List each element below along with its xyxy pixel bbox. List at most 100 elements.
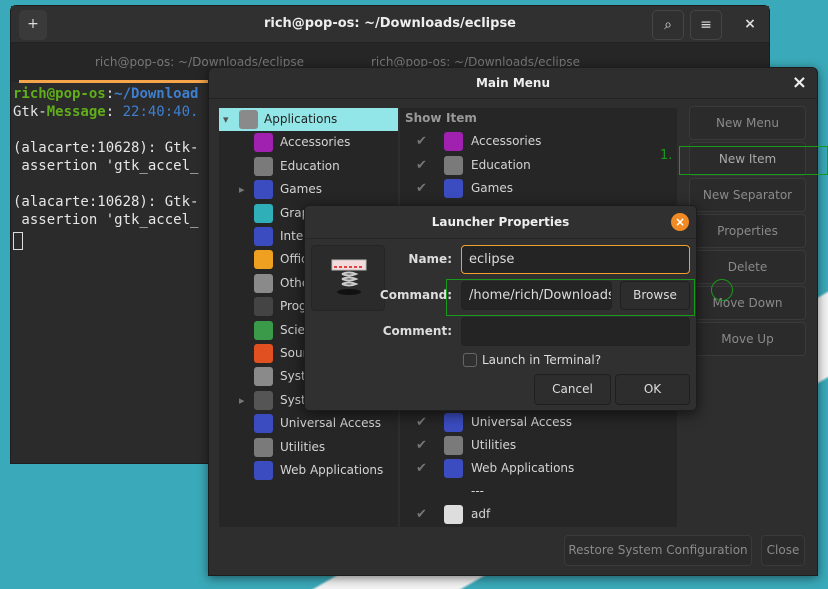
new-menu-button[interactable]: New Menu [689,106,806,140]
move-up-button[interactable]: Move Up [689,322,806,356]
tree-item-label: Universal Access [280,416,381,431]
show-checkbox[interactable]: ✔ [416,411,427,434]
log-text: 22:40:40. [122,104,199,120]
category-icon [254,250,273,270]
tree-item[interactable]: ▸ Games [219,178,398,201]
log-line: assertion 'gtk_accel_ [13,212,199,228]
close-icon: × [791,72,807,93]
tree-item[interactable]: Utilities [219,436,398,459]
category-icon [254,390,273,410]
launch-in-terminal-checkbox[interactable] [463,353,477,367]
list-item-label: adf [471,507,491,521]
properties-button[interactable]: Properties [689,214,806,248]
annotation-circle [711,279,733,301]
list-item[interactable]: ✔ Education [400,154,677,177]
active-tab-indicator [19,80,211,83]
tree-item-label: Games [280,182,322,197]
dialog-title: Launcher Properties [431,215,570,229]
log-line: (alacarte:10628): Gtk- [13,140,199,156]
list-item-label: Web Applications [471,461,575,475]
category-icon [254,437,273,457]
tree-item[interactable]: Universal Access [219,412,398,435]
tree-item[interactable]: ▾ Applications [219,108,398,131]
terminal-close-button[interactable]: × [734,10,766,40]
annotation-step: 1. [660,148,673,163]
list-item[interactable]: ✔ adf [400,503,677,526]
category-icon [239,110,258,129]
list-item-label: Education [471,157,531,172]
name-input[interactable]: eclipse [461,245,690,274]
command-label: Command: [379,288,452,302]
restore-system-configuration-button[interactable]: Restore System Configuration [564,535,752,566]
list-item[interactable]: --- [400,480,677,503]
tree-item[interactable]: Web Applications [219,459,398,482]
category-icon [254,461,273,480]
list-item-label: Universal Access [471,415,572,429]
show-checkbox[interactable]: ✔ [416,434,427,457]
column-show[interactable]: Show [405,111,442,125]
dialog-close-button[interactable]: × [671,213,689,231]
show-checkbox[interactable]: ✔ [416,503,427,526]
search-button[interactable]: ⌕ [652,10,684,40]
annotation-box-new-item [679,146,828,175]
list-item[interactable]: ✔ Universal Access [400,411,677,434]
item-icon [444,155,463,175]
category-icon [254,203,273,223]
close-icon: × [674,215,686,229]
tree-item-label: Applications [264,112,338,126]
list-item[interactable]: ✔ Utilities [400,434,677,457]
show-checkbox[interactable]: ✔ [416,457,427,480]
show-checkbox[interactable]: ✔ [416,130,427,153]
hamburger-icon: ≡ [700,17,712,33]
category-icon [254,273,273,293]
tree-item-label: Accessories [280,135,351,150]
category-icon [254,367,273,387]
prompt-path: ~/Download [114,86,199,102]
menu-button[interactable]: ≡ [690,10,722,40]
main-menu-close-button[interactable]: × [792,72,807,93]
list-item[interactable]: ✔ Web Applications [400,457,677,480]
search-icon: ⌕ [664,17,672,33]
show-checkbox[interactable]: ✔ [416,154,427,177]
launch-in-terminal-label[interactable]: Launch in Terminal? [482,353,601,367]
close-button[interactable]: Close [761,535,805,566]
show-checkbox[interactable]: ✔ [416,177,427,200]
move-down-button[interactable]: Move Down [689,286,806,320]
list-item[interactable]: ✔ Games [400,177,677,200]
item-icon [444,179,463,198]
log-text: : [105,104,123,120]
annotation-box-command [446,279,695,316]
expander-icon[interactable]: ▾ [223,108,229,131]
cancel-button[interactable]: Cancel [534,374,611,405]
delete-button[interactable]: Delete [689,250,806,284]
tree-item-label: Education [280,158,340,173]
category-icon [254,320,273,340]
log-line: assertion 'gtk_accel_ [13,158,199,174]
category-icon [254,297,273,317]
item-icon [444,132,463,151]
comment-input[interactable] [461,317,690,346]
ok-button[interactable]: OK [615,374,690,405]
category-icon [254,227,273,246]
expander-icon[interactable]: ▸ [239,178,245,201]
log-text: Gtk- [13,104,47,120]
category-icon [254,156,273,176]
list-item[interactable]: ✔ Accessories [400,130,677,153]
tree-item-label: Web Applications [280,463,384,477]
category-icon [254,414,273,434]
log-line: (alacarte:10628): Gtk- [13,194,199,210]
list-item-label: Utilities [471,438,517,452]
item-icon [444,505,463,524]
category-icon [254,133,273,153]
tree-item-label: Prog [280,299,307,314]
item-icon [444,413,463,432]
new-separator-button[interactable]: New Separator [689,178,806,212]
expander-icon[interactable]: ▸ [239,389,245,412]
tree-item-label: Utilities [280,439,326,454]
terminal-header: + rich@pop-os: ~/Downloads/eclipse ⌕ ≡ × [11,6,769,43]
tree-item[interactable]: Accessories [219,131,398,154]
column-item[interactable]: Item [446,111,477,125]
list-item-label: --- [471,484,484,498]
tree-item[interactable]: Education [219,155,398,178]
main-menu-title: Main Menu [475,76,551,90]
